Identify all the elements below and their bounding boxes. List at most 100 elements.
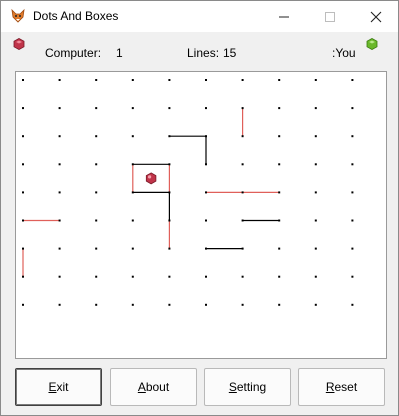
minimize-button[interactable] <box>261 1 307 32</box>
computer-score-value: 1 <box>116 46 123 60</box>
board-dot <box>95 79 98 81</box>
board-dot <box>278 275 281 278</box>
board-dot <box>22 303 24 306</box>
title-bar[interactable]: Dots And Boxes <box>1 1 398 32</box>
board-dot <box>314 219 317 222</box>
board-dot <box>205 303 207 306</box>
board-dot <box>168 247 171 250</box>
about-mnemonic: A <box>137 380 146 394</box>
board-dot <box>241 107 244 110</box>
board-dot <box>278 247 281 250</box>
board-dot <box>131 303 134 306</box>
board-dot <box>168 303 171 306</box>
board-dot <box>58 247 61 250</box>
board-dot <box>168 275 171 278</box>
game-board[interactable] <box>15 71 387 359</box>
board-dot <box>58 275 61 278</box>
player-gem-icon <box>366 38 378 50</box>
board-dot <box>205 247 207 250</box>
board-dot <box>95 275 98 278</box>
reset-mnemonic: R <box>325 380 335 394</box>
board-dot <box>131 191 134 194</box>
board-dot <box>58 135 61 138</box>
board-dot <box>168 191 171 194</box>
board-dot <box>168 163 171 166</box>
setting-mnemonic: S <box>228 380 237 394</box>
board-dot <box>241 79 244 81</box>
maximize-icon <box>325 11 335 22</box>
board-dot <box>351 247 354 250</box>
about-button[interactable]: About <box>110 368 197 406</box>
board-dot <box>351 107 354 110</box>
board-dot <box>205 219 207 222</box>
board-dot <box>22 247 24 250</box>
computer-score-label: Computer: <box>45 46 102 60</box>
app-window: Dots And Boxes Computer: 1 Lines: 15 :Yo… <box>0 0 399 416</box>
board-dot <box>22 107 24 110</box>
score-bar: Computer: 1 Lines: 15 :You <box>1 32 398 70</box>
board-dot <box>205 107 207 110</box>
board-dot <box>314 163 317 166</box>
player-score-label: :You <box>332 46 356 60</box>
board-dot <box>131 275 134 278</box>
board-dot <box>168 79 171 81</box>
lines-label: Lines: <box>187 46 220 60</box>
board-dot <box>131 247 134 250</box>
board-dot <box>241 163 244 166</box>
board-dot <box>205 275 207 278</box>
close-button[interactable] <box>353 1 399 32</box>
board-dot <box>205 79 207 81</box>
close-icon <box>370 11 382 22</box>
board-dot <box>95 303 98 306</box>
board-dot <box>205 135 207 138</box>
board-dot <box>95 163 98 166</box>
board-dot <box>278 191 281 194</box>
reset-button[interactable]: Reset <box>298 368 385 406</box>
setting-label: etting <box>236 380 267 394</box>
board-dot <box>58 191 61 194</box>
lines-count: 15 <box>223 46 237 60</box>
exit-button[interactable]: Exit <box>15 368 102 406</box>
board-dot <box>22 219 24 222</box>
board-dot <box>205 163 207 166</box>
board-dot <box>58 79 61 81</box>
board-dot <box>351 219 354 222</box>
board-dot <box>241 219 244 222</box>
board-dot <box>278 163 281 166</box>
board-dot <box>314 135 317 138</box>
board-dot <box>241 247 244 250</box>
board-dot <box>351 303 354 306</box>
board-dot <box>351 79 354 81</box>
board-dot <box>278 107 281 110</box>
board-dot <box>131 79 134 81</box>
maximize-button[interactable] <box>307 1 353 32</box>
board-dot <box>278 303 281 306</box>
board-dot <box>95 219 98 222</box>
board-dot <box>314 247 317 250</box>
board-dot <box>95 247 98 250</box>
board-canvas[interactable] <box>16 72 386 358</box>
board-dot <box>278 79 281 81</box>
about-label: bout <box>145 380 170 394</box>
board-dot <box>351 163 354 166</box>
board-dot <box>168 107 171 110</box>
board-dot <box>131 219 134 222</box>
board-dot <box>241 135 244 138</box>
board-dot <box>278 219 281 222</box>
board-dot <box>278 135 281 138</box>
board-dot <box>131 107 134 110</box>
board-dot <box>351 135 354 138</box>
board-dot <box>58 163 61 166</box>
board-dot <box>22 275 24 278</box>
board-dot <box>22 79 24 81</box>
box-owner-gem-icon <box>145 172 157 185</box>
board-dot <box>22 135 24 138</box>
board-dot <box>58 303 61 306</box>
board-dot <box>131 163 134 166</box>
board-dot <box>351 275 354 278</box>
setting-button[interactable]: Setting <box>204 368 291 406</box>
board-dot <box>58 219 61 222</box>
board-dot <box>168 135 171 138</box>
board-dot <box>241 303 244 306</box>
reset-label: eset <box>334 380 358 394</box>
